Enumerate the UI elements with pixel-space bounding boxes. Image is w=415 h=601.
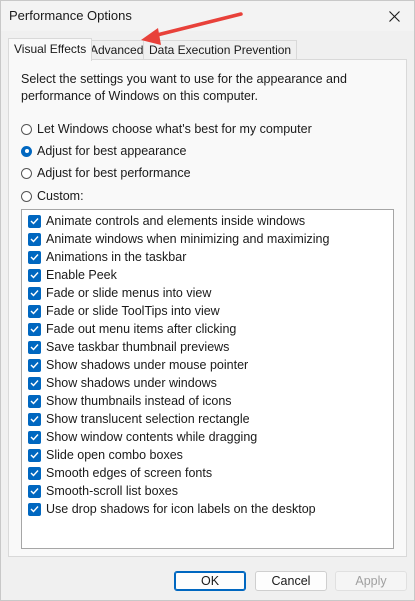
checkbox-checked-icon[interactable] bbox=[28, 340, 41, 354]
radio-button[interactable] bbox=[21, 190, 32, 202]
dialog-footer: OK Cancel Apply bbox=[1, 559, 414, 601]
effects-list[interactable]: Animate controls and elements inside win… bbox=[21, 209, 394, 549]
checkbox-checked-icon[interactable] bbox=[28, 250, 41, 264]
radio-button[interactable] bbox=[21, 123, 32, 135]
effect-item[interactable]: Fade out menu items after clicking bbox=[28, 320, 236, 338]
option-best-performance[interactable]: Adjust for best performance bbox=[21, 164, 191, 182]
effect-item[interactable]: Fade or slide ToolTips into view bbox=[28, 302, 220, 320]
option-label: Custom: bbox=[37, 189, 84, 203]
effect-label: Fade or slide menus into view bbox=[46, 286, 212, 300]
effect-item[interactable]: Animations in the taskbar bbox=[28, 248, 186, 266]
tab-data-execution-prevention[interactable]: Data Execution Prevention bbox=[143, 40, 298, 59]
checkbox-checked-icon[interactable] bbox=[28, 430, 41, 444]
effect-label: Show thumbnails instead of icons bbox=[46, 394, 232, 408]
effect-item[interactable]: Show shadows under windows bbox=[28, 374, 217, 392]
effect-item[interactable]: Fade or slide menus into view bbox=[28, 284, 211, 302]
checkbox-checked-icon[interactable] bbox=[28, 268, 41, 282]
effect-label: Fade or slide ToolTips into view bbox=[46, 304, 220, 318]
option-best-appearance[interactable]: Adjust for best appearance bbox=[21, 142, 186, 160]
effect-item[interactable]: Show translucent selection rectangle bbox=[28, 410, 250, 428]
checkbox-checked-icon[interactable] bbox=[28, 232, 41, 246]
effect-item[interactable]: Animate windows when minimizing and maxi… bbox=[28, 230, 329, 248]
checkbox-checked-icon[interactable] bbox=[28, 376, 41, 390]
close-button[interactable] bbox=[384, 7, 404, 25]
effect-label: Show shadows under mouse pointer bbox=[46, 358, 249, 372]
checkbox-checked-icon[interactable] bbox=[28, 412, 41, 426]
effect-item[interactable]: Show thumbnails instead of icons bbox=[28, 392, 232, 410]
effect-item[interactable]: Save taskbar thumbnail previews bbox=[28, 338, 229, 356]
radio-button-selected[interactable] bbox=[21, 145, 32, 157]
checkbox-checked-icon[interactable] bbox=[28, 466, 41, 480]
option-label: Adjust for best performance bbox=[37, 166, 191, 180]
effect-label: Show window contents while dragging bbox=[46, 430, 258, 444]
cancel-button[interactable]: Cancel bbox=[255, 571, 327, 591]
option-label: Adjust for best appearance bbox=[37, 144, 187, 158]
option-custom[interactable]: Custom: bbox=[21, 187, 84, 205]
effect-item[interactable]: Enable Peek bbox=[28, 266, 117, 284]
panel-description: Select the settings you want to use for … bbox=[21, 72, 347, 103]
effect-label: Smooth edges of screen fonts bbox=[46, 466, 213, 480]
effect-label: Use drop shadows for icon labels on the … bbox=[46, 502, 316, 516]
checkbox-checked-icon[interactable] bbox=[28, 394, 41, 408]
tab-visual-effects[interactable]: Visual Effects bbox=[8, 38, 93, 61]
apply-button[interactable]: Apply bbox=[335, 571, 407, 591]
effect-label: Smooth-scroll list boxes bbox=[46, 484, 178, 498]
performance-options-dialog: Performance Options Visual Effects Advan… bbox=[0, 0, 415, 601]
tab-advanced[interactable]: Advanced bbox=[84, 40, 150, 59]
effect-item[interactable]: Smooth-scroll list boxes bbox=[28, 482, 178, 500]
visual-effects-panel: Select the settings you want to use for … bbox=[8, 59, 407, 557]
effect-item[interactable]: Show window contents while dragging bbox=[28, 428, 257, 446]
effect-label: Animations in the taskbar bbox=[46, 250, 187, 264]
checkbox-checked-icon[interactable] bbox=[28, 304, 41, 318]
effect-item[interactable]: Use drop shadows for icon labels on the … bbox=[28, 500, 316, 518]
effect-item[interactable]: Smooth edges of screen fonts bbox=[28, 464, 212, 482]
checkbox-checked-icon[interactable] bbox=[28, 214, 41, 228]
effect-item[interactable]: Animate controls and elements inside win… bbox=[28, 212, 305, 230]
checkbox-checked-icon[interactable] bbox=[28, 502, 41, 516]
effect-label: Save taskbar thumbnail previews bbox=[46, 340, 230, 354]
radio-button[interactable] bbox=[21, 167, 32, 179]
effect-label: Show shadows under windows bbox=[46, 376, 217, 390]
checkbox-checked-icon[interactable] bbox=[28, 448, 41, 462]
ok-button[interactable]: OK bbox=[174, 571, 246, 591]
effect-item[interactable]: Slide open combo boxes bbox=[28, 446, 183, 464]
window-title: Performance Options bbox=[9, 8, 132, 23]
checkbox-checked-icon[interactable] bbox=[28, 322, 41, 336]
effect-label: Animate controls and elements inside win… bbox=[46, 214, 306, 228]
effect-label: Animate windows when minimizing and maxi… bbox=[46, 232, 330, 246]
close-icon bbox=[388, 10, 400, 22]
effect-label: Fade out menu items after clicking bbox=[46, 322, 237, 336]
effect-label: Slide open combo boxes bbox=[46, 448, 183, 462]
checkbox-checked-icon[interactable] bbox=[28, 484, 41, 498]
checkbox-checked-icon[interactable] bbox=[28, 286, 41, 300]
tab-strip: Visual Effects Advanced Data Execution P… bbox=[8, 38, 408, 61]
checkbox-checked-icon[interactable] bbox=[28, 358, 41, 372]
effect-item[interactable]: Show shadows under mouse pointer bbox=[28, 356, 248, 374]
effect-label: Show translucent selection rectangle bbox=[46, 412, 250, 426]
title-bar: Performance Options bbox=[1, 1, 414, 31]
effect-label: Enable Peek bbox=[46, 268, 117, 282]
option-label: Let Windows choose what's best for my co… bbox=[37, 122, 312, 136]
option-let-windows-choose[interactable]: Let Windows choose what's best for my co… bbox=[21, 120, 312, 138]
